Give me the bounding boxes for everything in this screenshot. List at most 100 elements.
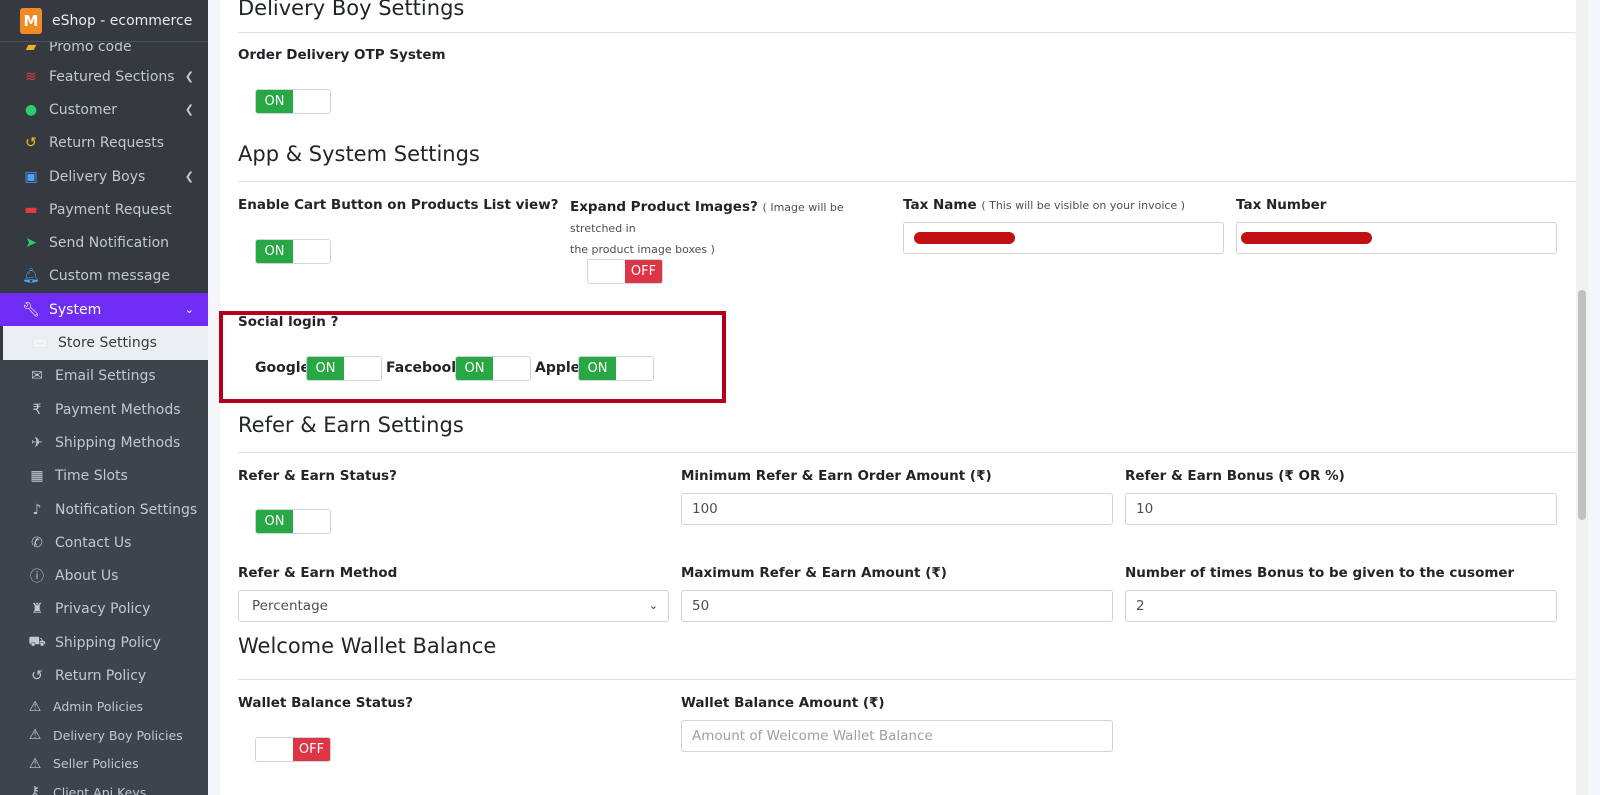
refer-method-select[interactable]: Percentage ⌄: [238, 590, 669, 622]
sidebar-item-label: Delivery Boys: [49, 168, 146, 185]
refer-status-toggle[interactable]: ON: [255, 509, 331, 534]
sidebar-item-label: Featured Sections: [49, 68, 175, 85]
calendar-icon: ▦: [30, 468, 44, 485]
sidebar-subitem-label: Payment Methods: [55, 401, 181, 418]
app-title: eShop - ecommerce: [52, 12, 193, 29]
layers-icon: ≋: [25, 68, 37, 85]
scrollbar-thumb[interactable]: [1578, 290, 1586, 520]
sidebar-subitem-privacy-policy[interactable]: ♜ Privacy Policy: [0, 592, 208, 627]
min-amount-input[interactable]: 100: [681, 493, 1113, 525]
wrench-icon: 🔧︎: [22, 301, 40, 318]
sidebar-subitem-time-slots[interactable]: ▦ Time Slots: [0, 459, 208, 493]
sidebar-subitem-label: Shipping Policy: [55, 634, 161, 651]
sidebar-subitem-payment-methods[interactable]: ₹ Payment Methods: [0, 392, 208, 427]
sidebar-subitem-label: Contact Us: [55, 534, 132, 551]
max-amount-input[interactable]: 50: [681, 590, 1113, 622]
id-badge-icon: ▣: [24, 168, 38, 185]
divider: [238, 32, 1575, 33]
divider: [238, 452, 1575, 453]
toggle-on-state: ON: [256, 90, 293, 113]
sidebar-item-label: Custom message: [49, 268, 171, 285]
user-icon: ●: [24, 101, 38, 118]
sidebar-subitem-client-api-keys[interactable]: ⚷ Client Api Keys: [0, 778, 208, 795]
sidebar-item-custom-message[interactable]: 🔔︎ Custom message: [0, 260, 208, 293]
sidebar-subitem-label: Shipping Methods: [55, 434, 181, 451]
divider: [238, 679, 1575, 680]
scrollbar[interactable]: [1576, 0, 1588, 795]
sidebar-item-label: System: [49, 301, 102, 318]
sidebar-subitem-label: About Us: [55, 568, 119, 585]
phone-icon: ✆: [31, 534, 43, 551]
truck-icon: ⛟: [28, 633, 46, 650]
envelope-icon: ✉: [31, 368, 43, 385]
section-title-wallet: Welcome Wallet Balance: [238, 634, 497, 658]
sidebar-subitem-label: Return Policy: [55, 667, 147, 684]
toggle-off-state: OFF: [625, 260, 662, 283]
bell-icon: 🔔︎: [22, 268, 40, 285]
toggle-blank: [256, 738, 293, 761]
sidebar-subitem-label: Admin Policies: [53, 699, 144, 715]
wallet-status-label: Wallet Balance Status?: [238, 695, 413, 711]
chevron-left-icon: ❮: [184, 170, 194, 184]
bonus-input[interactable]: 10: [1125, 493, 1557, 525]
max-amount-label: Maximum Refer & Earn Amount (₹): [681, 565, 947, 581]
warning-icon: ⚠: [28, 755, 42, 772]
tax-name-input[interactable]: [903, 222, 1224, 254]
sidebar-subitem-return-policy[interactable]: ↺ Return Policy: [0, 659, 208, 693]
warning-icon: ⚠: [28, 698, 42, 715]
rupee-icon: ₹: [32, 401, 42, 418]
sidebar-subitem-notification-settings[interactable]: ♪ Notification Settings: [0, 492, 208, 527]
tax-name-note: ( This will be visible on your invoice ): [981, 199, 1186, 212]
sidebar-subitem-shipping-policy[interactable]: ⛟ Shipping Policy: [0, 626, 208, 660]
brand[interactable]: M eShop - ecommerce: [0, 0, 208, 42]
chevron-left-icon: ❮: [184, 70, 194, 84]
tax-name-label: Tax Name ( This will be visible on your …: [903, 197, 1185, 213]
toggle-blank: [293, 90, 330, 113]
wallet-amount-label: Wallet Balance Amount (₹): [681, 695, 885, 711]
expand-images-note-2: the product image boxes ): [570, 243, 715, 256]
toggle-on-state: ON: [256, 510, 293, 533]
cart-button-toggle[interactable]: ON: [255, 239, 331, 264]
sidebar-subitem-about-us[interactable]: ⓘ About Us: [0, 559, 208, 593]
store-icon: ▭: [33, 335, 47, 352]
sidebar-item-delivery-boys[interactable]: ▣ Delivery Boys ❮: [0, 160, 208, 193]
paper-plane-icon: ➤: [25, 235, 37, 252]
sidebar-subitem-email-settings[interactable]: ✉ Email Settings: [0, 359, 208, 393]
sidebar: ▰ Promo code ≋ Featured Sections ❮ ● Cus…: [0, 0, 208, 795]
tax-number-label: Tax Number: [1236, 197, 1327, 213]
sidebar-subitem-shipping-methods[interactable]: ✈ Shipping Methods: [0, 426, 208, 460]
refer-method-value: Percentage: [252, 598, 328, 614]
chevron-down-icon: ⌄: [184, 303, 194, 317]
tax-number-input[interactable]: [1236, 222, 1557, 254]
section-title-app-system: App & System Settings: [238, 142, 480, 166]
sidebar-item-payment-request[interactable]: ▬ Payment Request: [0, 193, 208, 226]
warning-icon: ⚠: [28, 727, 42, 744]
sidebar-item-label: Payment Request: [49, 201, 172, 218]
undo-icon: ↺: [25, 135, 37, 152]
sidebar-subitem-label: Notification Settings: [55, 501, 198, 518]
bonus-times-input[interactable]: 2: [1125, 590, 1557, 622]
sidebar-item-system[interactable]: 🔧︎ System ⌄: [0, 293, 208, 327]
wallet-status-toggle[interactable]: OFF: [255, 737, 331, 762]
sidebar-item-featured-sections[interactable]: ≋ Featured Sections ❮: [0, 60, 208, 93]
bonus-times-label: Number of times Bonus to be given to the…: [1125, 565, 1515, 581]
toggle-on-state: ON: [256, 240, 293, 263]
sidebar-subitem-label: Delivery Boy Policies: [53, 727, 183, 743]
sidebar-subitem-contact-us[interactable]: ✆ Contact Us: [0, 526, 208, 560]
sidebar-item-label: Customer: [49, 101, 118, 118]
sidebar-item-customer[interactable]: ● Customer ❮: [0, 93, 208, 126]
sidebar-item-send-notification[interactable]: ➤ Send Notification: [0, 226, 208, 259]
redacted-mark: [1241, 232, 1372, 244]
tax-name-label-text: Tax Name: [903, 197, 977, 213]
toggle-blank: [293, 510, 330, 533]
info-icon: ⓘ: [30, 569, 44, 586]
sidebar-subitem-seller-policies[interactable]: ⚠ Seller Policies: [0, 749, 208, 779]
sidebar-subitem-admin-policies[interactable]: ⚠ Admin Policies: [0, 692, 208, 722]
sidebar-subitem-delivery-boy-policies[interactable]: ⚠ Delivery Boy Policies: [0, 721, 208, 750]
wallet-amount-input[interactable]: Amount of Welcome Wallet Balance: [681, 720, 1113, 752]
expand-images-toggle[interactable]: OFF: [587, 259, 663, 284]
otp-toggle[interactable]: ON: [255, 89, 331, 114]
sidebar-subitem-store-settings[interactable]: ▭ Store Settings: [3, 326, 208, 360]
sidebar-item-return-requests[interactable]: ↺ Return Requests: [0, 127, 208, 160]
section-title-refer-earn: Refer & Earn Settings: [238, 413, 464, 437]
